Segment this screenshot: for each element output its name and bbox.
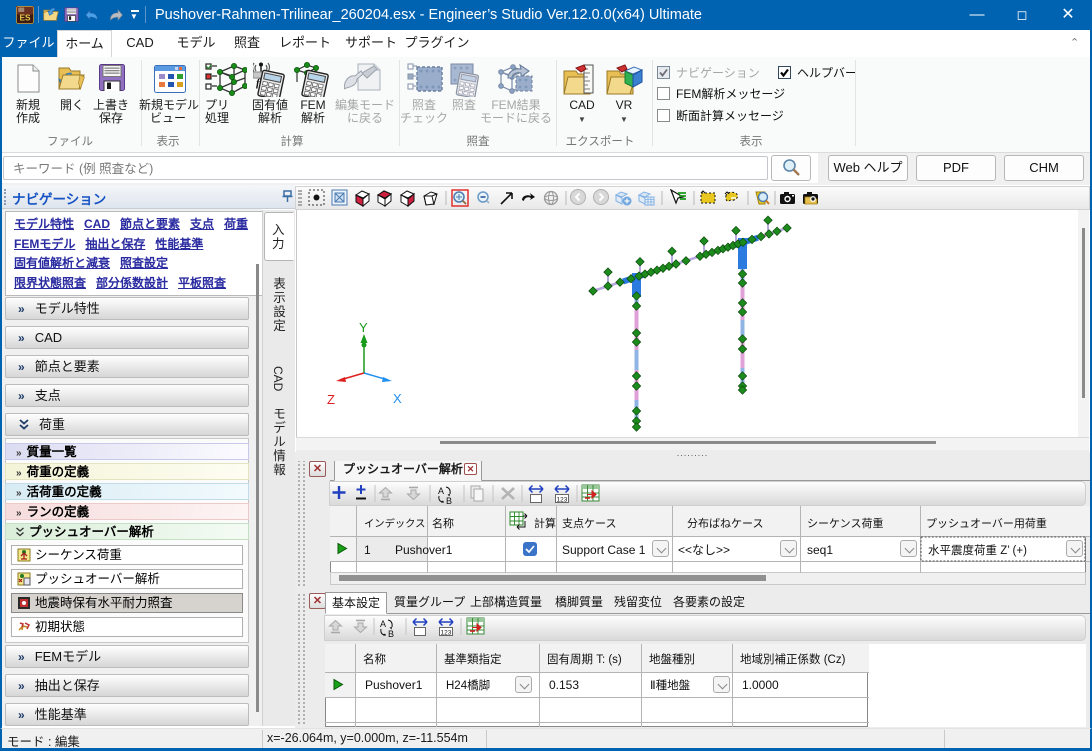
svg-text:インデックス: インデックス: [364, 517, 425, 530]
svg-text:1: 1: [364, 543, 371, 557]
svg-text:固有周期 T: (s): 固有周期 T: (s): [547, 652, 622, 666]
svg-text:Y: Y: [359, 320, 368, 335]
svg-text:地域別補正係数 (Cz): 地域別補正係数 (Cz): [740, 652, 846, 666]
svg-text:名称: 名称: [363, 652, 386, 666]
svg-text:Support Case 1: Support Case 1: [562, 543, 646, 557]
svg-text:H24橋脚: H24橋脚: [446, 678, 490, 692]
svg-text:<<なし>>: <<なし>>: [678, 543, 730, 557]
svg-text:計算: 計算: [534, 516, 556, 530]
svg-text:シーケンス荷重: シーケンス荷重: [807, 516, 883, 530]
svg-text:Pushover1: Pushover1: [365, 678, 423, 692]
svg-text:seq1: seq1: [807, 543, 833, 557]
svg-text:ES: ES: [19, 13, 31, 22]
svg-text:分布ばねケース: 分布ばねケース: [687, 517, 763, 530]
svg-text:Ⅱ種地盤: Ⅱ種地盤: [650, 678, 691, 692]
svg-text:Pushover1: Pushover1: [395, 543, 453, 557]
svg-text:基準類指定: 基準類指定: [444, 652, 502, 666]
svg-text:名称: 名称: [432, 516, 454, 530]
svg-text:0.153: 0.153: [549, 678, 579, 692]
svg-text:地盤種別: 地盤種別: [649, 652, 695, 666]
svg-text:支点ケース: 支点ケース: [562, 517, 616, 530]
svg-text:プッシュオーバー用荷重: プッシュオーバー用荷重: [926, 516, 1047, 530]
svg-text:1.0000: 1.0000: [742, 678, 779, 692]
svg-text:Z: Z: [327, 392, 335, 407]
svg-text:X: X: [393, 391, 402, 406]
svg-text:水平震度荷重 Z’ (+): 水平震度荷重 Z’ (+): [928, 543, 1027, 557]
